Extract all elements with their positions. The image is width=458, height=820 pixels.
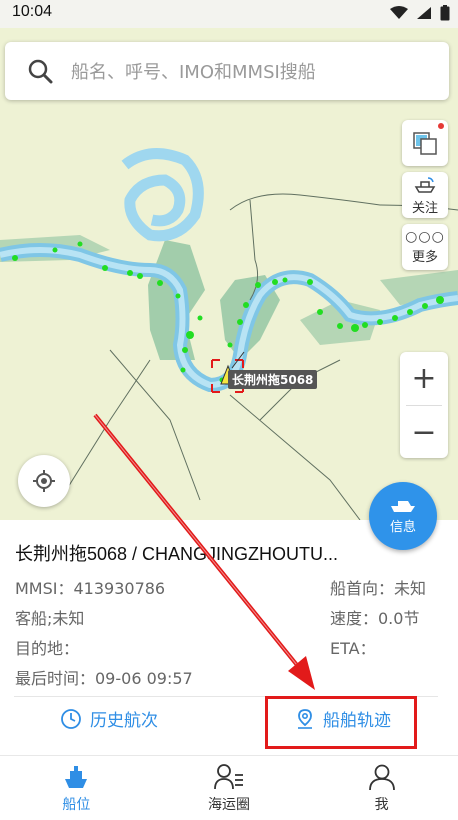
search-bar[interactable]: 船名、呼号、IMO和MMSI搜船 [5,42,449,100]
ship-icon [391,500,415,512]
tab-me[interactable]: 我 [305,756,458,820]
ship-last-time: 最后时间：09-06 09:57 [15,669,193,688]
tab-label: 船位 [62,797,91,813]
ship-mmsi: MMSI：413930786 [15,579,166,598]
more-label: 更多 [411,249,438,265]
history-voyage-label: 历史航次 [90,711,158,731]
search-icon [28,59,53,84]
more-dots-icon: ○○○ [405,228,445,245]
ship-tab-icon [65,766,88,788]
ship-info-panel: 长荆州拖5068 / CHANGJINGZHOUTU... MMSI：41393… [0,520,458,755]
zoom-control: + − [400,352,448,458]
map-ship-label[interactable]: 长荆州拖5068 [228,370,318,389]
follow-button[interactable]: 关注 [402,172,448,218]
map-canvas[interactable] [0,28,458,520]
more-button[interactable]: ○○○ 更多 [402,224,448,270]
status-time: 10:04 [12,3,53,20]
ship-heading: 船首向：未知 [330,579,427,598]
info-button[interactable]: 信息 [369,482,437,550]
zoom-in-button[interactable]: + [400,352,448,405]
ship-type: 客船;未知 [15,609,85,628]
tab-shipping-circle[interactable]: 海运圈 [153,756,306,820]
ship-speed: 速度：0.0节 [330,609,420,628]
highlight-box [265,696,417,749]
tab-label: 我 [374,797,389,813]
locate-button[interactable] [18,455,70,507]
bottom-tab-bar: 船位 海运圈 我 [0,755,458,820]
clock-icon [61,708,81,729]
wifi-icon [390,6,408,19]
people-list-icon [214,764,243,790]
search-input[interactable]: 船名、呼号、IMO和MMSI搜船 [71,58,316,84]
follow-ship-icon [414,176,436,193]
tab-ship-position[interactable]: 船位 [0,756,153,820]
layers-icon [413,132,437,155]
info-label: 信息 [389,519,416,535]
zoom-out-button[interactable]: − [400,406,448,459]
notification-dot [438,123,444,129]
map-view[interactable]: 长荆州拖5068 [0,28,458,520]
ship-title: 长荆州拖5068 / CHANGJINGZHOUTU... [15,544,339,564]
ship-eta: ETA： [330,639,376,658]
ship-destination: 目的地： [15,639,80,658]
map-layer-button[interactable] [402,120,448,166]
follow-label: 关注 [411,200,438,216]
tab-label: 海运圈 [208,797,250,813]
signal-icon [417,7,431,19]
user-icon [368,764,395,791]
status-bar: 10:04 [0,0,458,28]
history-voyage-button[interactable]: 历史航次 [60,706,158,731]
status-icons [390,5,450,21]
crosshair-icon [33,470,55,492]
battery-icon [440,5,450,21]
